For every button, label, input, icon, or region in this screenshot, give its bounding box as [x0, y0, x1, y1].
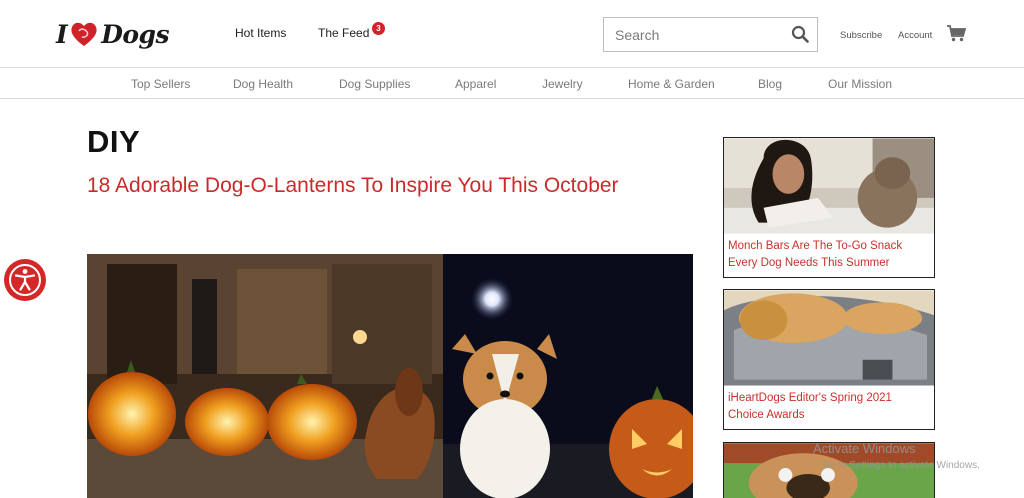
cart-icon[interactable]	[947, 25, 966, 42]
search-icon[interactable]	[791, 25, 809, 43]
site-header: I Dogs Hot Items The Feed 3 Subscribe Ac…	[0, 0, 1024, 68]
article-title[interactable]: 18 Adorable Dog-O-Lanterns To Inspire Yo…	[87, 172, 687, 200]
activate-windows-hint: Go to Settings to activate Windows.	[822, 460, 980, 471]
nav-hot-items[interactable]: Hot Items	[235, 26, 286, 40]
site-logo[interactable]: I Dogs	[56, 16, 170, 52]
subscribe-link[interactable]: Subscribe	[840, 30, 882, 41]
category-jewelry[interactable]: Jewelry	[542, 77, 583, 91]
article-hero-image[interactable]	[87, 254, 693, 498]
category-dog-supplies[interactable]: Dog Supplies	[339, 77, 410, 91]
category-home-garden[interactable]: Home & Garden	[628, 77, 715, 91]
category-nav: Top Sellers Dog Health Dog Supplies Appa…	[0, 68, 1024, 99]
accessibility-icon	[9, 264, 41, 296]
card-image-woman-dog	[724, 138, 934, 234]
sidebar-card[interactable]: Monch Bars Are The To-Go Snack Every Dog…	[723, 137, 935, 278]
activate-windows-watermark: Activate Windows	[813, 441, 916, 456]
card-caption: Monch Bars Are The To-Go Snack Every Dog…	[728, 240, 903, 269]
category-top-sellers[interactable]: Top Sellers	[131, 77, 190, 91]
category-blog[interactable]: Blog	[758, 77, 782, 91]
dog-o-lanterns-photo	[87, 254, 693, 498]
search-box	[603, 17, 818, 52]
logo-text-i: I	[56, 19, 68, 49]
nav-the-feed[interactable]: The Feed	[318, 26, 369, 40]
logo-text-dogs: Dogs	[101, 19, 170, 49]
category-apparel[interactable]: Apparel	[455, 77, 496, 91]
heart-icon	[71, 22, 97, 46]
card-caption: iHeartDogs Editor's Spring 2021 Choice A…	[728, 392, 892, 421]
feed-count-badge: 3	[372, 22, 385, 35]
card-image-dog-bed	[724, 290, 934, 386]
sidebar-card[interactable]: iHeartDogs Editor's Spring 2021 Choice A…	[723, 289, 935, 430]
category-our-mission[interactable]: Our Mission	[828, 77, 892, 91]
search-input[interactable]	[604, 18, 784, 51]
section-title: DIY	[87, 124, 141, 159]
account-link[interactable]: Account	[898, 30, 932, 41]
accessibility-button[interactable]	[4, 259, 46, 301]
category-dog-health[interactable]: Dog Health	[233, 77, 293, 91]
